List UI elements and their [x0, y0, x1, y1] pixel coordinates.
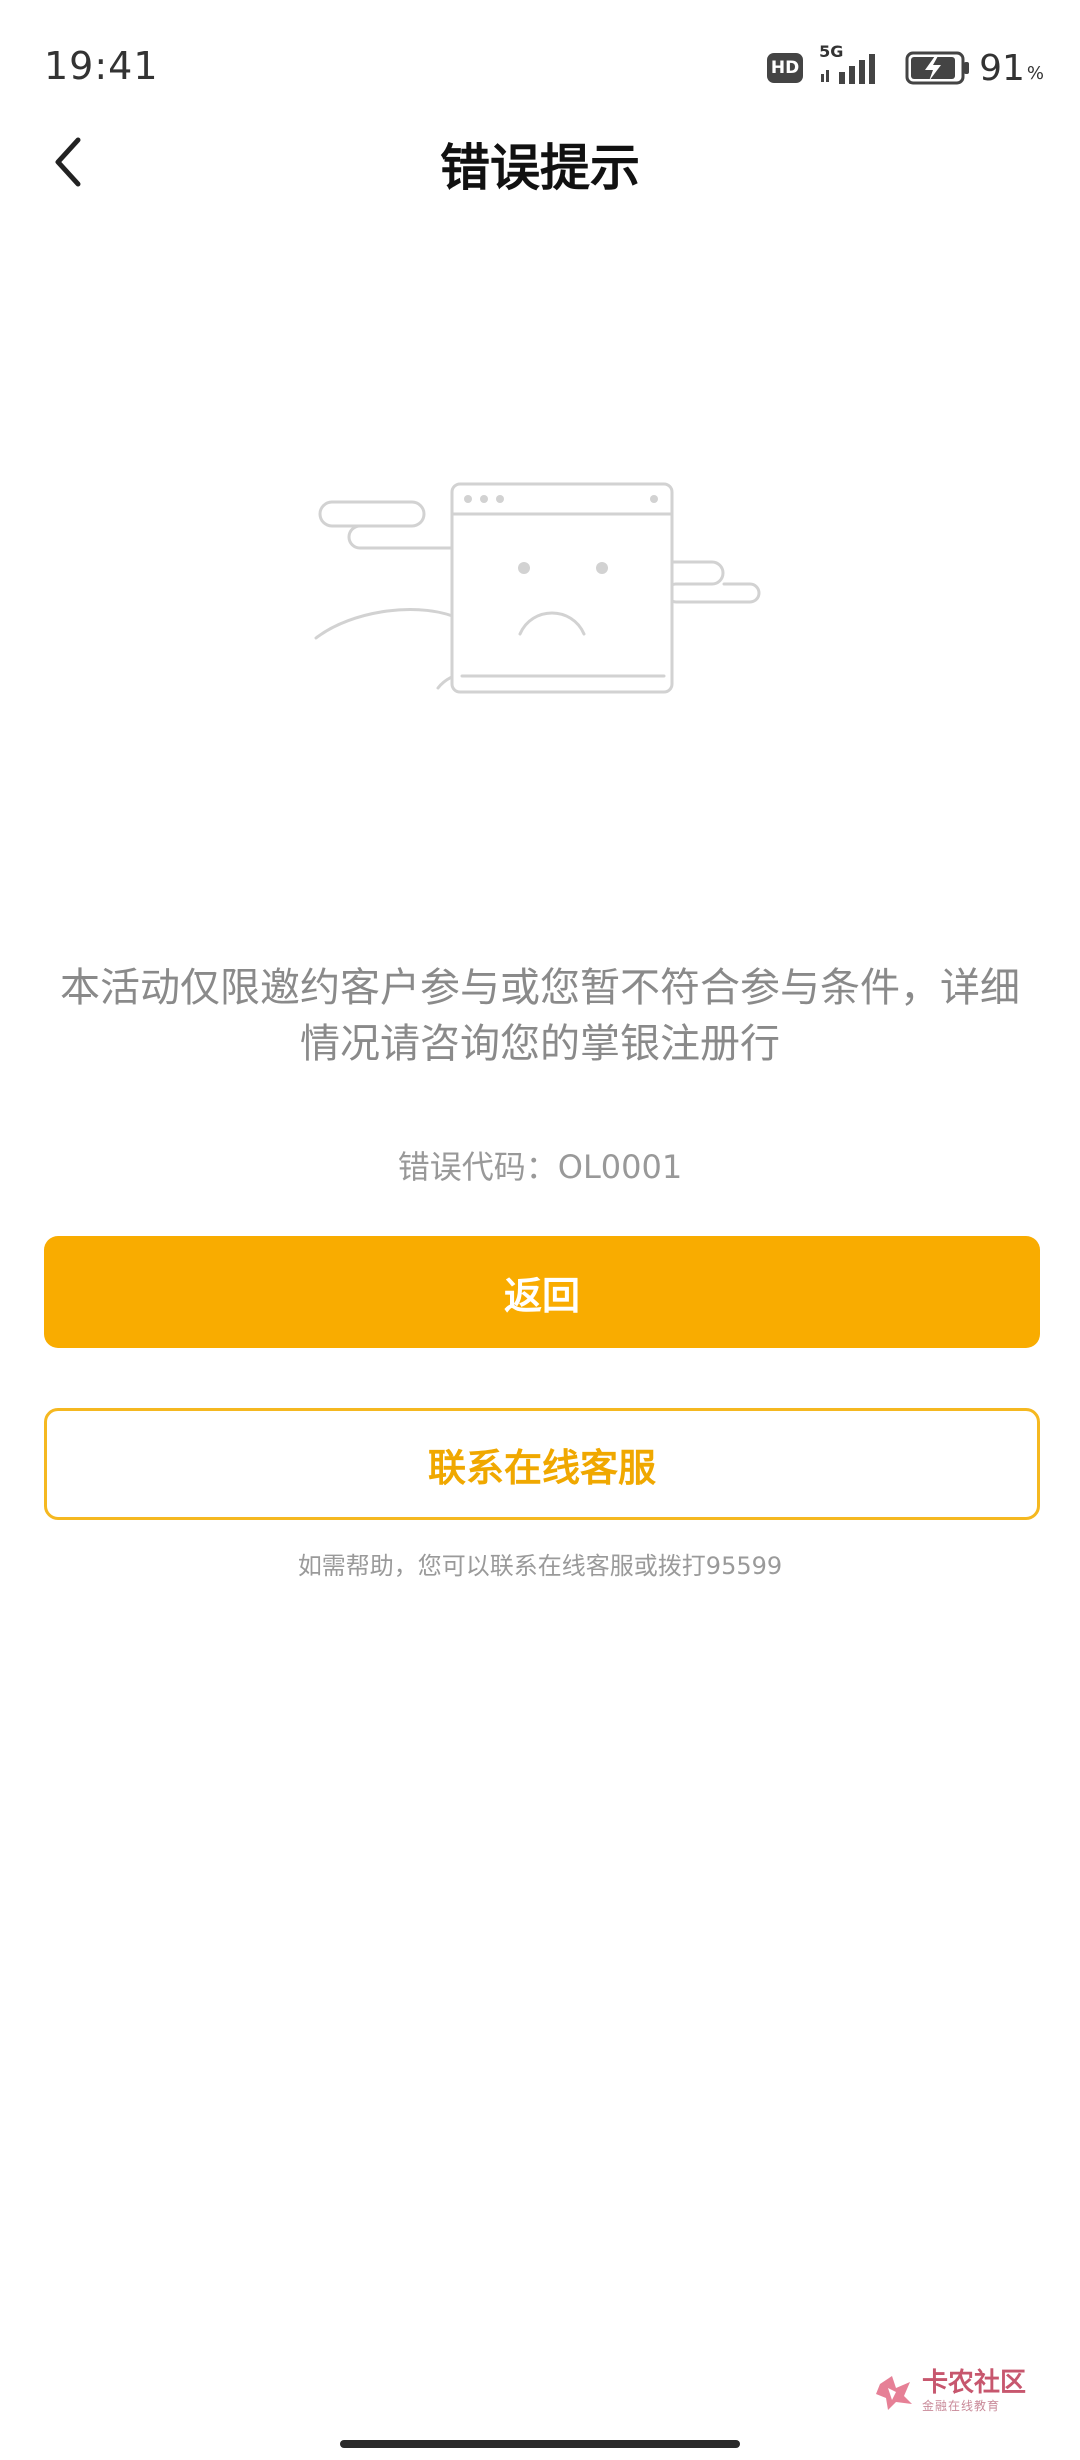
sad-browser-window-icon [314, 482, 761, 694]
help-text: 如需帮助，您可以联系在线客服或拨打95599 [297, 1552, 783, 1580]
status-bar: 19:41 HD 5G 91 % [0, 0, 1080, 136]
kanong-logo-icon [875, 2376, 912, 2410]
watermark-subtitle: 金融在线教育 [921, 2399, 1000, 2413]
network-type: 5G [819, 42, 844, 61]
status-time: 19:41 [44, 44, 159, 88]
battery-indicator: 91 % [905, 48, 1044, 89]
contact-support-button[interactable]: 联系在线客服 [44, 1408, 1040, 1520]
error-illustration [312, 480, 768, 712]
hd-icon: HD [767, 53, 804, 83]
page-title: 错误提示 [440, 139, 640, 197]
error-message: 本活动仅限邀约客户参与或您暂不符合参与条件，详细情况请咨询您的掌银注册行 [60, 965, 1020, 1067]
nav-header: 错误提示 [0, 120, 1080, 204]
battery-charging-icon [905, 51, 970, 85]
return-button[interactable]: 返回 [44, 1236, 1040, 1348]
status-icons: HD 5G 91 % [767, 42, 1044, 90]
signal-icon: 5G [817, 42, 891, 88]
battery-level: 91 [979, 47, 1025, 89]
home-indicator[interactable] [340, 2440, 740, 2448]
battery-unit: % [1026, 62, 1044, 84]
error-code: 错误代码：OL0001 [397, 1148, 683, 1186]
watermark-title: 卡农社区 [921, 2368, 1026, 2398]
watermark: 卡农社区 金融在线教育 [874, 2370, 1026, 2412]
